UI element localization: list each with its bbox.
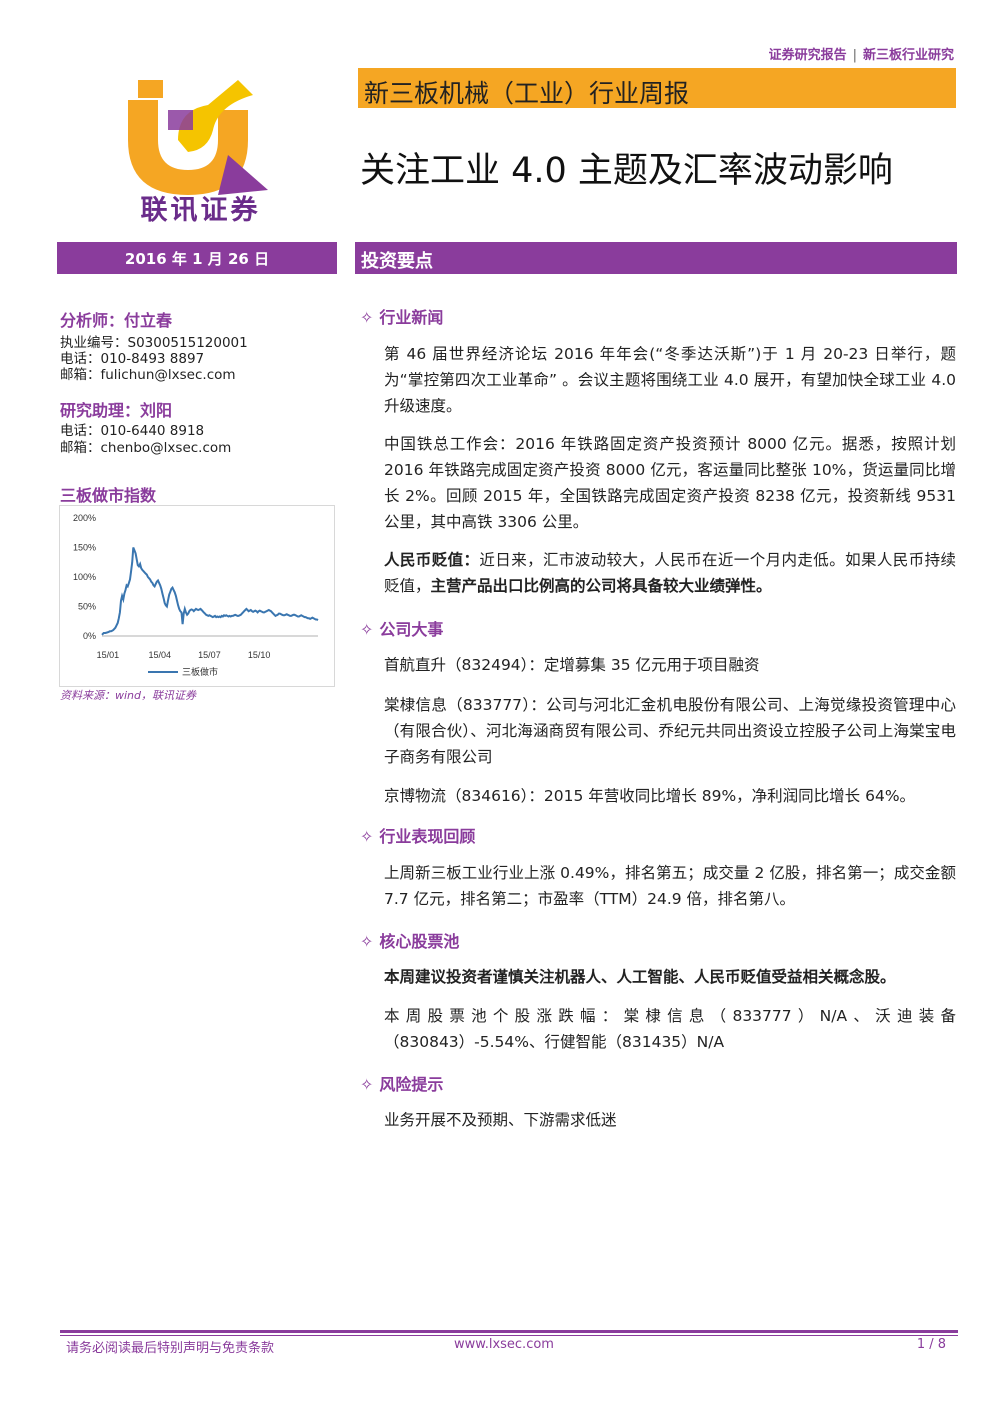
bullet-star-icon: ✧ [360,308,374,327]
section-core-stock-pool-heading: ✧ 核心股票池 [360,928,459,952]
company-para-2: 棠棣信息（833777）：公司与河北汇金机电股份有限公司、上海觉缘投资管理中心（… [384,696,956,766]
analyst-name: 分析师：付立春 [60,311,173,330]
subcategory-label: 新三板行业研究 [862,48,954,63]
rmb-emphasis: 主营产品出口比例高的公司将具备较大业绩弹性。 [430,577,772,595]
review-para: 上周新三板工业行业上涨 0.49%，排名第五；成交量 2 亿股，排名第一；成交金… [384,864,956,908]
y-tick-label: 100% [73,572,96,582]
bullet-star-icon: ✧ [360,827,374,846]
section-company-events-heading: ✧ 公司大事 [360,616,443,640]
logo-text: 联讯证券 [140,195,261,226]
chart-container: 200% 150% 100% 50% 0% 15/01 15/04 15/07 15/10 三板做… [59,505,335,687]
assistant-email[interactable]: 邮箱：chenbo@lxsec.com [60,436,231,456]
news-para-railway: 中国铁总工作会：2016 年铁路固定资产投资预计 8000 亿元。据悉，按照计划… [384,435,956,531]
bullet-star-icon: ✧ [360,1075,374,1094]
market-index-chart: 200% 150% 100% 50% 0%15/01 15/04 15/07 15/10 三板做… [73,513,319,678]
x-tick-label: 15/07 [198,650,221,660]
footer-website-link[interactable]: www.lxsec.com [454,1337,554,1352]
news-para-rmb: 人民币贬值：近日来，汇市波动较大，人民币在近一个月内走低。如果人民币持续贬值，主… [384,547,956,599]
report-category: 证券研究报告 | 新三板行业研究 [769,44,954,63]
assistant-name: 研究助理：刘阳 [60,401,173,420]
rmb-label: 人民币贬值： [384,551,480,569]
analyst-email[interactable]: 邮箱：fulichun@lxsec.com [60,363,236,383]
category-label: 证券研究报告 [768,48,847,63]
y-tick-label: 50% [78,602,96,612]
investment-highlights-bar: 投资要点 [355,242,957,274]
bullet-star-icon: ✧ [360,620,374,639]
section-heading-text: 行业表现回顾 [379,827,476,846]
section-heading-text: 核心股票池 [379,932,460,951]
x-tick-label: 15/10 [248,650,271,660]
company-para-1: 首航直升（832494）：定增募集 35 亿元用于项目融资 [384,656,760,674]
y-tick-label: 200% [73,513,96,523]
legend-label: 三板做市 [182,666,218,678]
chart-title: 三板做市指数 [60,486,157,505]
chart-source: 资料来源：wind，联讯证券 [60,689,197,702]
risk-para: 业务开展不及预期、下游需求低迷 [384,1111,617,1129]
section-industry-review-heading: ✧ 行业表现回顾 [360,823,475,847]
section-industry-news-heading: ✧ 行业新闻 [360,304,443,328]
page-number: 1 / 8 [916,1337,946,1352]
company-para-3: 京博物流（834616）：2015 年营收同比增长 89%，净利润同比增长 64… [384,787,916,805]
y-tick-label: 0% [83,631,96,641]
y-tick-label: 150% [73,543,96,553]
news-para-davos: 第 46 届世界经济论坛 2016 年年会(“冬季达沃斯”)于 1 月 20-2… [384,345,956,415]
x-tick-label: 15/04 [148,650,171,660]
stock-pool-performance: 本周股票池个股涨跌幅：棠棣信息（833777）N/A、沃迪装备（830843）-… [384,1007,956,1051]
report-title: 关注工业 4.0 主题及汇率波动影响 [360,151,893,191]
x-tick-label: 15/01 [97,650,120,660]
report-date: 2016 年 1 月 26 日 [57,242,337,274]
category-separator: | [852,48,857,63]
section-risk-heading: ✧ 风险提示 [360,1071,443,1095]
section-heading-text: 风险提示 [379,1075,444,1094]
report-series-banner: 新三板机械（工业）行业周报 [358,68,956,108]
section-heading-text: 公司大事 [379,620,444,639]
investment-highlights-label: 投资要点 [361,251,433,272]
footer-divider-thin [60,1335,958,1336]
section-heading-text: 行业新闻 [379,308,444,327]
stock-pool-recommendation: 本周建议投资者谨慎关注机器人、人工智能、人民币贬值受益相关概念股。 [384,968,896,986]
series-line-sanban-zuoshi [101,547,319,636]
footer-divider [60,1330,958,1333]
footer-disclaimer: 请务必阅读最后特别声明与免责条款 [66,1341,275,1356]
report-series-title: 新三板机械（工业）行业周报 [364,79,690,108]
bullet-star-icon: ✧ [360,932,374,951]
